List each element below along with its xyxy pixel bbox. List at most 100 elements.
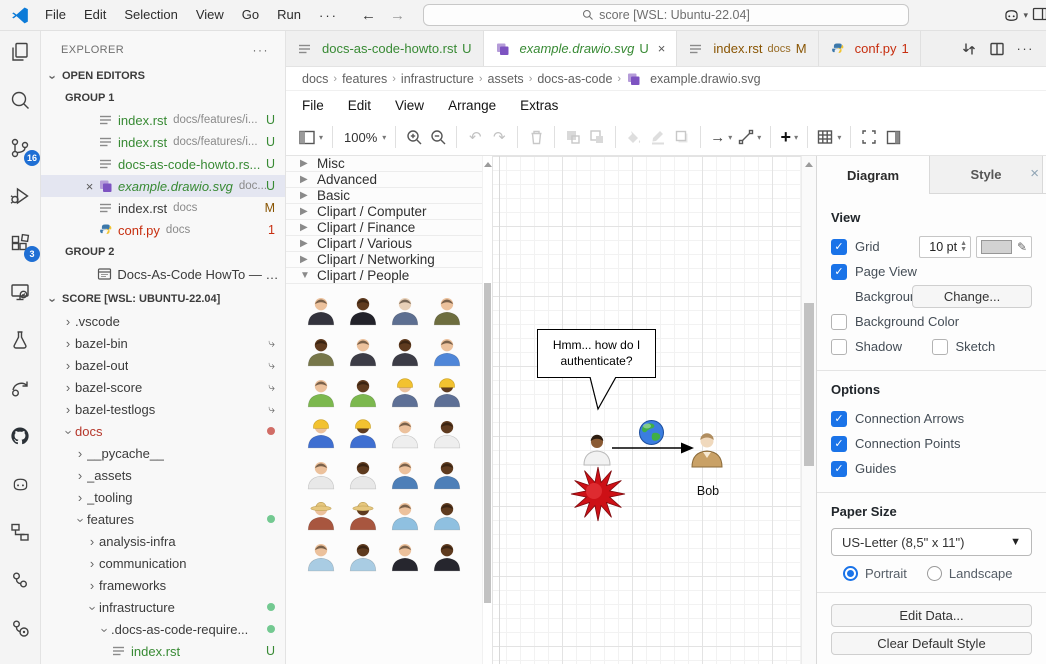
shape-section-basic[interactable]: ▶Basic	[286, 188, 482, 204]
person-shape-19[interactable]	[389, 458, 421, 490]
connection-points-checkbox[interactable]: ✓	[831, 436, 847, 452]
globe-shape[interactable]	[638, 419, 665, 446]
grid-size-input[interactable]: 10 pt ▲▼	[919, 236, 971, 258]
activity-testing-icon[interactable]	[7, 327, 33, 353]
breadcrumb-item[interactable]: assets	[488, 72, 524, 86]
zoom-select[interactable]: 100% ▾	[339, 124, 389, 150]
breadcrumb-item[interactable]: docs	[302, 72, 328, 86]
close-icon[interactable]: ×	[81, 179, 98, 194]
grid-color-button[interactable]: ✎	[976, 236, 1032, 258]
person-shape-27[interactable]	[389, 540, 421, 572]
open-editor-item[interactable]: Docs-As-Code HowTo — Sc...	[41, 263, 285, 285]
nav-forward-button[interactable]: →	[390, 7, 405, 24]
drawio-menu-edit[interactable]: Edit	[348, 98, 371, 113]
person-shape-18[interactable]	[347, 458, 379, 490]
explorer-more-button[interactable]: ···	[253, 43, 270, 57]
drawio-menu-arrange[interactable]: Arrange	[448, 98, 496, 113]
command-search-input[interactable]: score [WSL: Ubuntu-22.04]	[423, 4, 909, 26]
delete-button[interactable]	[524, 124, 548, 150]
tree-folder[interactable]: ›bazel-testlogs⤷	[41, 398, 285, 420]
person-shape-7[interactable]	[389, 335, 421, 367]
to-front-button[interactable]	[561, 124, 585, 150]
person-shape-24[interactable]	[431, 499, 463, 531]
person-shape-9[interactable]	[305, 376, 337, 408]
line-color-button[interactable]	[646, 124, 670, 150]
tree-folder[interactable]: ›features	[41, 508, 285, 530]
open-editor-item[interactable]: docs-as-code-howto.rs...U	[41, 153, 285, 175]
activity-extensions-icon[interactable]: 3	[7, 231, 33, 257]
menu-edit[interactable]: Edit	[75, 0, 115, 30]
nav-back-button[interactable]: ←	[361, 7, 376, 24]
tree-folder[interactable]: ›infrastructure	[41, 596, 285, 618]
scrollbar-thumb[interactable]	[484, 283, 491, 603]
workspace-header[interactable]: › SCORE [WSL: UBUNTU-22.04]	[41, 288, 285, 310]
tree-folder[interactable]: ›_tooling	[41, 486, 285, 508]
activity-live-share-icon[interactable]	[7, 375, 33, 401]
open-editors-header[interactable]: › OPEN EDITORS	[41, 65, 285, 87]
person-shape-16[interactable]	[431, 417, 463, 449]
shape-section-clipart-people[interactable]: ▼Clipart / People	[286, 268, 482, 284]
editor-tab-example.drawio.svg[interactable]: example.drawio.svgU×	[484, 31, 678, 66]
person-shape-4[interactable]	[431, 294, 463, 326]
person-shape-26[interactable]	[347, 540, 379, 572]
shadow-checkbox[interactable]	[831, 339, 847, 355]
drawio-menu-view[interactable]: View	[395, 98, 424, 113]
orientation-landscape[interactable]: Landscape	[927, 566, 1013, 581]
shape-section-misc[interactable]: ▶Misc	[286, 156, 482, 172]
person-shape-17[interactable]	[305, 458, 337, 490]
activity-git-log-icon[interactable]	[7, 615, 33, 641]
scroll-up-icon[interactable]	[805, 162, 813, 167]
landscape-radio[interactable]	[927, 566, 942, 581]
person-shape-23[interactable]	[389, 499, 421, 531]
orientation-portrait[interactable]: Portrait	[843, 566, 907, 581]
edit-data-button[interactable]: Edit Data...	[831, 604, 1032, 627]
activity-search-icon[interactable]	[7, 87, 33, 113]
person-shape-20[interactable]	[431, 458, 463, 490]
open-editor-item[interactable]: index.rstdocs/features/i...U	[41, 109, 285, 131]
activity-files-icon[interactable]	[7, 39, 33, 65]
tab-diagram[interactable]: Diagram	[817, 156, 930, 194]
editor-tab-docs-as-code-howto.rst[interactable]: docs-as-code-howto.rstU	[286, 31, 484, 66]
background-color-checkbox[interactable]	[831, 314, 847, 330]
open-editor-item[interactable]: conf.pydocs1	[41, 219, 285, 241]
waypoint-style-button[interactable]: ▾	[735, 124, 764, 150]
tree-folder[interactable]: ›communication	[41, 552, 285, 574]
insert-button[interactable]: +▾	[777, 124, 801, 150]
person-shape-1[interactable]	[305, 294, 337, 326]
actor-bob-shape[interactable]	[688, 430, 726, 468]
tree-folder[interactable]: ›frameworks	[41, 574, 285, 596]
menu-run[interactable]: Run	[268, 0, 310, 30]
diagram-canvas[interactable]: Hmm... how do I authenticate?	[492, 156, 801, 664]
sketch-checkbox[interactable]	[932, 339, 948, 355]
more-actions-icon[interactable]: ···	[1017, 41, 1035, 56]
activity-diagram-icon[interactable]	[7, 519, 33, 545]
close-icon[interactable]: ×	[658, 41, 666, 56]
undo-button[interactable]: ↶	[463, 124, 487, 150]
tree-folder[interactable]: ›bazel-out⤷	[41, 354, 285, 376]
actor-alice-shape[interactable]	[580, 432, 614, 466]
tree-folder[interactable]: ›bazel-bin⤷	[41, 332, 285, 354]
tree-file[interactable]: index.rstU	[41, 640, 285, 662]
person-shape-8[interactable]	[431, 335, 463, 367]
tree-folder[interactable]: ›_assets	[41, 464, 285, 486]
activity-run-debug-icon[interactable]	[7, 183, 33, 209]
person-shape-5[interactable]	[305, 335, 337, 367]
shape-section-advanced[interactable]: ▶Advanced	[286, 172, 482, 188]
menu-view[interactable]: View	[187, 0, 233, 30]
shape-section-clipart-computer[interactable]: ▶Clipart / Computer	[286, 204, 482, 220]
scroll-up-icon[interactable]	[484, 162, 492, 167]
redo-button[interactable]: ↷	[487, 124, 511, 150]
layout-customize-icon[interactable]	[1032, 6, 1046, 25]
menu-file[interactable]: File	[36, 0, 75, 30]
person-shape-15[interactable]	[389, 417, 421, 449]
tree-folder[interactable]: ›bazel-score⤷	[41, 376, 285, 398]
speech-bubble-shape[interactable]: Hmm... how do I authenticate?	[537, 329, 656, 378]
activity-source-control-icon[interactable]: 16	[7, 135, 33, 161]
fill-color-button[interactable]	[622, 124, 646, 150]
open-changes-icon[interactable]	[961, 41, 977, 57]
person-shape-3[interactable]	[389, 294, 421, 326]
shadow-button[interactable]	[670, 124, 694, 150]
portrait-radio[interactable]	[843, 566, 858, 581]
tree-folder[interactable]: ›docs	[41, 420, 285, 442]
breadcrumb-item[interactable]: infrastructure	[401, 72, 474, 86]
